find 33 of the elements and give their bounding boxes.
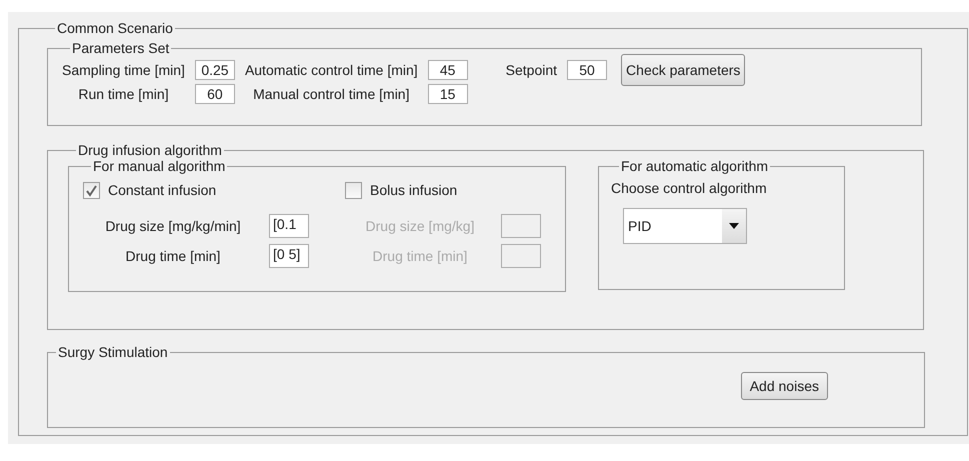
field-label: Drug size [mg/kg] — [364, 218, 476, 234]
input-field[interactable]: 60 — [194, 84, 235, 104]
group-title: Parameters Set — [71, 40, 170, 56]
field-label: Drug time [min] — [372, 248, 468, 264]
input-field[interactable]: 15 — [428, 84, 468, 104]
checkbox[interactable] — [345, 182, 362, 198]
group-title: For automatic algorithm — [620, 158, 770, 174]
group-title: For manual algorithm — [92, 158, 226, 174]
select-label: Choose control algorithm — [611, 180, 767, 196]
field-label: Sampling time [min] — [62, 62, 185, 78]
input-field[interactable]: 45 — [428, 60, 468, 80]
input-field[interactable]: 0.25 — [194, 60, 235, 80]
group-title: Drug infusion algorithm — [77, 142, 223, 158]
input-field[interactable]: [0.1 — [269, 214, 309, 238]
add-noises-button[interactable]: Add noises — [740, 372, 828, 400]
checkbox-label: Bolus infusion — [370, 182, 458, 198]
group-title: Common Scenario — [56, 20, 174, 36]
group-title: Surgy Stimulation — [57, 344, 169, 360]
input-field[interactable] — [501, 214, 541, 238]
input-field[interactable]: 50 — [567, 60, 608, 80]
checkbox-label: Constant infusion — [108, 182, 216, 198]
input-field[interactable] — [501, 244, 541, 268]
caret-icon — [729, 223, 739, 229]
field-label: Setpoint — [506, 62, 558, 78]
field-label: Drug time [min] — [124, 248, 222, 264]
input-field[interactable]: [0 5] — [269, 244, 309, 268]
check-parameters-button[interactable]: Check parameters — [621, 54, 746, 86]
dropdown[interactable]: PID — [623, 208, 747, 244]
checkbox[interactable] — [83, 182, 100, 198]
field-label: Manual control time [min] — [252, 86, 410, 102]
field-label: Drug size [mg/kg/min] — [104, 218, 242, 234]
field-label: Run time [min] — [77, 86, 170, 102]
field-label: Automatic control time [min] — [244, 62, 418, 78]
